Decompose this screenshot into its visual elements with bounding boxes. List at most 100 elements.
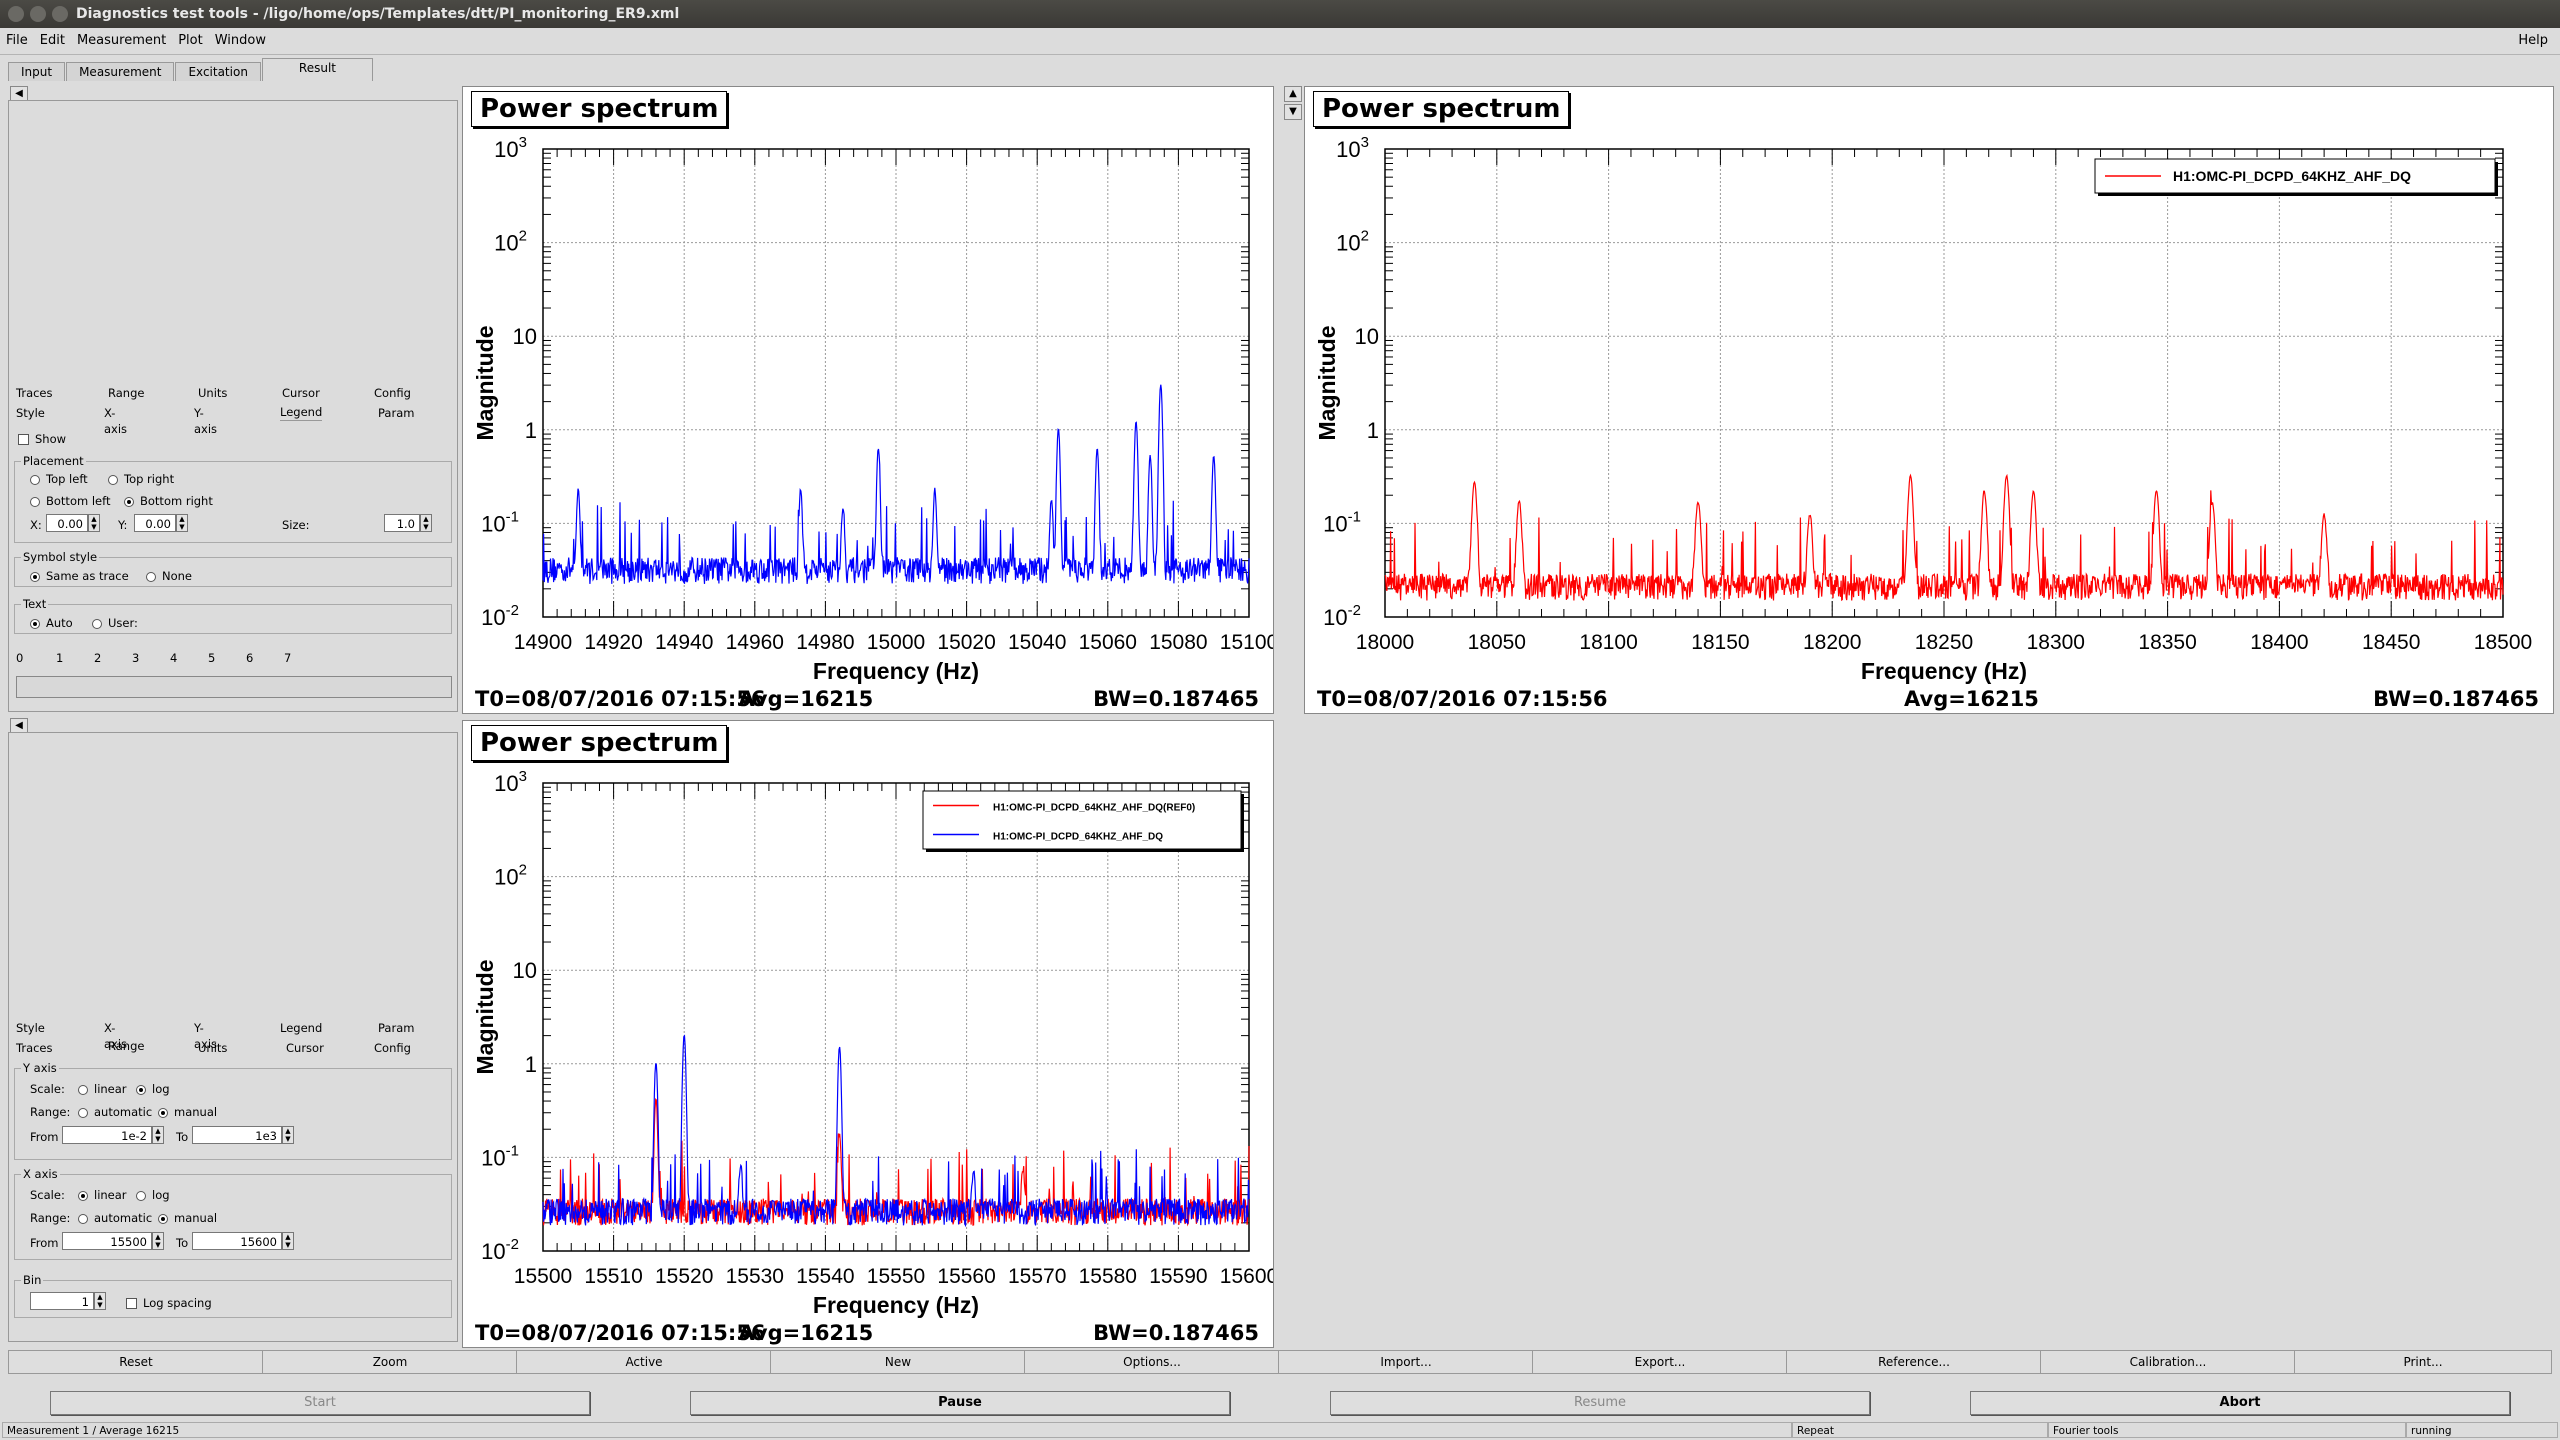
trace-tab-6[interactable]: 6 <box>246 650 253 666</box>
menu-measurement[interactable]: Measurement <box>71 28 172 48</box>
tab-legend[interactable]: Legend <box>280 404 323 421</box>
tab-result[interactable]: Result <box>261 58 373 81</box>
trace-tab-5[interactable]: 5 <box>208 650 215 666</box>
reset-button[interactable]: Reset <box>8 1350 264 1374</box>
active-button[interactable]: Active <box>516 1350 772 1374</box>
tab-excitation[interactable]: Excitation <box>175 62 261 81</box>
tab-cursor[interactable]: Cursor <box>282 385 320 401</box>
calibration-button[interactable]: Calibration... <box>2040 1350 2296 1374</box>
scroll-up-icon[interactable]: ▲ <box>1284 86 1302 102</box>
options-button[interactable]: Options... <box>1024 1350 1280 1374</box>
tab-input[interactable]: Input <box>8 62 66 81</box>
x-to-spin-icon[interactable]: ▲ ▼ <box>282 1232 294 1250</box>
x-from-input[interactable]: 15500 <box>62 1232 152 1250</box>
x-to-input[interactable]: 15600 <box>192 1232 282 1250</box>
log-spacing-checkbox[interactable]: Log spacing <box>126 1296 212 1310</box>
radio-bottom-left[interactable]: Bottom left <box>30 494 110 508</box>
new-button[interactable]: New <box>770 1350 1026 1374</box>
bin-input[interactable]: 1 <box>30 1292 94 1310</box>
window-controls[interactable] <box>8 6 74 25</box>
menu-window[interactable]: Window <box>209 28 272 48</box>
x-radio-log[interactable]: log <box>136 1188 170 1202</box>
abort-button[interactable]: Abort <box>1970 1391 2510 1415</box>
tab2-legend[interactable]: Legend <box>280 1020 322 1036</box>
menu-help[interactable]: Help <box>2512 28 2554 48</box>
tab2-style[interactable]: Style <box>16 1020 45 1036</box>
x-radio-automatic[interactable]: automatic <box>78 1211 152 1225</box>
tab-style[interactable]: Style <box>16 405 45 421</box>
tab2-xaxis[interactable]: X-axis <box>104 1020 127 1051</box>
import-button[interactable]: Import... <box>1278 1350 1534 1374</box>
minimize-icon[interactable] <box>30 6 46 22</box>
trace-tab-2[interactable]: 2 <box>94 650 101 666</box>
plot-panel-2[interactable]: 18000 18050 18100 18150 18200 18250 18300 18350… <box>1304 86 2554 714</box>
tab-traces[interactable]: Traces <box>16 385 53 401</box>
y-to-spin-icon[interactable]: ▲ ▼ <box>282 1126 294 1144</box>
trace-tab-3[interactable]: 3 <box>132 650 139 666</box>
trace-tab-0[interactable]: 0 <box>16 650 23 666</box>
tab-xaxis[interactable]: X-axis <box>104 405 127 436</box>
y-position-input[interactable]: 0.00 <box>134 514 176 532</box>
plot-panel-1[interactable]: 14900 14920 14940 14960 14980 15000 15020 15040… <box>462 86 1274 714</box>
y-radio-automatic[interactable]: automatic <box>78 1105 152 1119</box>
tab2-param[interactable]: Param <box>378 1020 414 1036</box>
menu-plot[interactable]: Plot <box>172 28 209 48</box>
print-button[interactable]: Print... <box>2294 1350 2552 1374</box>
tab2-range[interactable]: Range <box>108 1038 144 1054</box>
radio-same-as-trace[interactable]: Same as trace <box>30 569 129 583</box>
plot-svg[interactable]: 18000 18050 18100 18150 18200 18250 18300 18350… <box>1305 87 2553 713</box>
show-checkbox[interactable]: Show <box>18 432 66 446</box>
y-to-input[interactable]: 1e3 <box>192 1126 282 1144</box>
radio-top-left[interactable]: Top left <box>30 472 88 486</box>
x-radio-manual[interactable]: manual <box>158 1211 217 1225</box>
y-from-spin-icon[interactable]: ▲ ▼ <box>152 1126 164 1144</box>
trace-tab-1[interactable]: 1 <box>56 650 63 666</box>
tab-measurement[interactable]: Measurement <box>66 62 175 81</box>
y-radio-manual[interactable]: manual <box>158 1105 217 1119</box>
tab-units[interactable]: Units <box>198 385 227 401</box>
resume-button[interactable]: Resume <box>1330 1391 1870 1415</box>
tab-config[interactable]: Config <box>374 385 411 401</box>
x-radio-linear[interactable]: linear <box>78 1188 127 1202</box>
menu-edit[interactable]: Edit <box>34 28 71 48</box>
t0-label: T0=08/07/2016 07:15:56 <box>475 687 766 711</box>
export-button[interactable]: Export... <box>1532 1350 1788 1374</box>
x-spin-icon[interactable]: ▲ ▼ <box>88 514 100 532</box>
radio-auto[interactable]: Auto <box>30 616 73 630</box>
start-button[interactable]: Start <box>50 1391 590 1415</box>
reference-button[interactable]: Reference... <box>1786 1350 2042 1374</box>
y-radio-log[interactable]: log <box>136 1082 170 1096</box>
scroll-down-icon[interactable]: ▼ <box>1284 104 1302 120</box>
tab2-cursor[interactable]: Cursor <box>286 1040 324 1056</box>
x-position-input[interactable]: 0.00 <box>46 514 88 532</box>
plot-svg[interactable]: 15500 15510 15520 15530 15540 15550 15560 15570… <box>463 721 1273 1347</box>
maximize-icon[interactable] <box>52 6 68 22</box>
y-radio-linear[interactable]: linear <box>78 1082 127 1096</box>
tab2-units[interactable]: Units <box>198 1040 227 1056</box>
close-icon[interactable] <box>8 6 24 22</box>
y-from-input[interactable]: 1e-2 <box>62 1126 152 1144</box>
trace-tab-4[interactable]: 4 <box>170 650 177 666</box>
size-spin-icon[interactable]: ▲ ▼ <box>420 514 432 532</box>
radio-top-right[interactable]: Top right <box>108 472 174 486</box>
tab2-yaxis[interactable]: Y-axis <box>194 1020 217 1051</box>
size-input[interactable]: 1.0 <box>384 514 420 532</box>
trace-tab-7[interactable]: 7 <box>284 650 291 666</box>
radio-none[interactable]: None <box>146 569 192 583</box>
pause-button[interactable]: Pause <box>690 1391 1230 1415</box>
tab2-config[interactable]: Config <box>374 1040 411 1056</box>
plot-svg[interactable]: 14900 14920 14940 14960 14980 15000 15020 15040… <box>463 87 1273 713</box>
radio-user[interactable]: User: <box>92 616 138 630</box>
bin-spin-icon[interactable]: ▲ ▼ <box>94 1292 106 1310</box>
radio-bottom-right[interactable]: Bottom right <box>124 494 213 508</box>
tab-yaxis[interactable]: Y-axis <box>194 405 217 436</box>
menu-file[interactable]: File <box>0 28 34 48</box>
tab-param[interactable]: Param <box>378 405 414 421</box>
x-from-spin-icon[interactable]: ▲ ▼ <box>152 1232 164 1250</box>
y-spin-icon[interactable]: ▲ ▼ <box>176 514 188 532</box>
zoom-button[interactable]: Zoom <box>262 1350 518 1374</box>
tab-range[interactable]: Range <box>108 385 144 401</box>
tab2-traces[interactable]: Traces <box>16 1040 53 1056</box>
plot-panel-3[interactable]: 15500 15510 15520 15530 15540 15550 15560 15570… <box>462 720 1274 1348</box>
legend-text-input[interactable] <box>16 676 452 698</box>
